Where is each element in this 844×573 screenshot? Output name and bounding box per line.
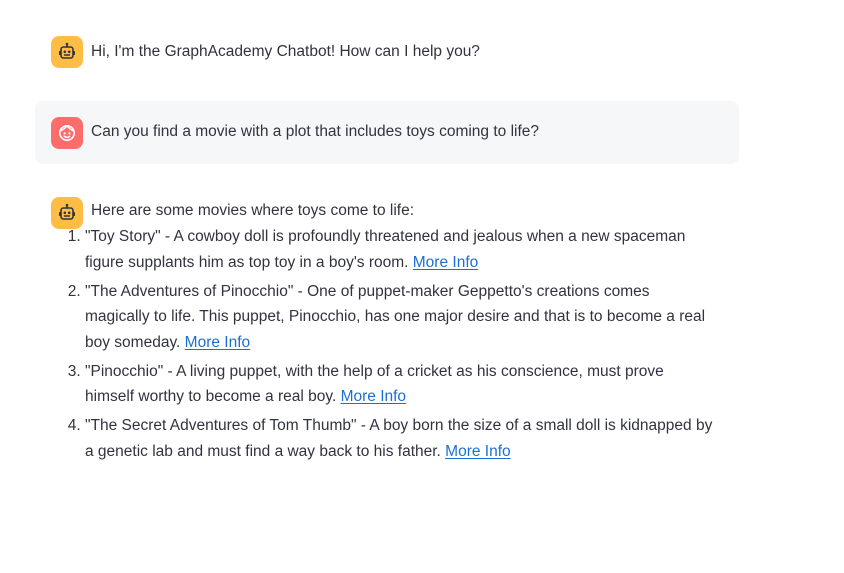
more-info-link[interactable]: More Info — [445, 443, 510, 460]
movie-description: "The Secret Adventures of Tom Thumb" - A… — [85, 417, 713, 460]
chat-message-user: Can you find a movie with a plot that in… — [35, 101, 739, 164]
more-info-link[interactable]: More Info — [341, 388, 406, 405]
list-item: "The Adventures of Pinocchio" - One of p… — [85, 279, 715, 356]
message-text: Here are some movies where toys come to … — [91, 202, 415, 219]
movie-list: "Toy Story" - A cowboy doll is profoundl… — [56, 224, 715, 468]
smiley-face-icon — [51, 117, 83, 149]
message-text: Hi, I'm the GraphAcademy Chatbot! How ca… — [91, 43, 480, 60]
more-info-link[interactable]: More Info — [185, 334, 250, 351]
movie-description: "Toy Story" - A cowboy doll is profoundl… — [85, 228, 686, 271]
list-item: "The Secret Adventures of Tom Thumb" - A… — [85, 413, 715, 464]
message-text: Can you find a movie with a plot that in… — [91, 123, 540, 140]
chat-container: Hi, I'm the GraphAcademy Chatbot! How ca… — [0, 0, 844, 573]
list-item: "Pinocchio" - A living puppet, with the … — [85, 359, 715, 410]
movie-description: "The Adventures of Pinocchio" - One of p… — [85, 282, 706, 351]
robot-icon — [51, 36, 83, 68]
more-info-link[interactable]: More Info — [413, 254, 478, 271]
list-item: "Toy Story" - A cowboy doll is profoundl… — [85, 224, 715, 275]
chat-message-assistant: Hi, I'm the GraphAcademy Chatbot! How ca… — [35, 30, 739, 76]
